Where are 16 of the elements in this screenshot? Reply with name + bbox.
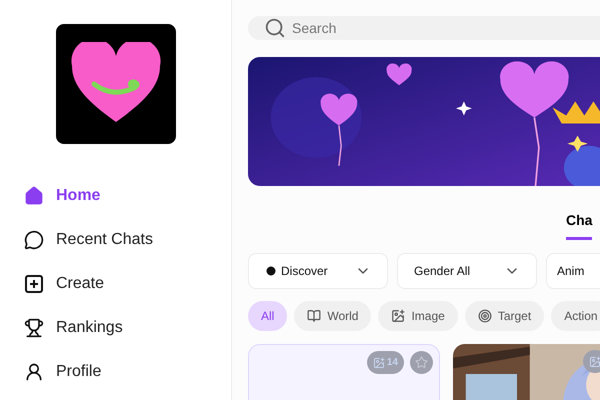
filter-dropdown[interactable]: Gender All [397, 253, 537, 289]
tab[interactable]: Cha [566, 204, 592, 240]
sidebar-item[interactable]: Create [0, 262, 231, 306]
sidebar-item[interactable]: Profile [0, 350, 231, 394]
filter-chip[interactable]: All [248, 301, 288, 331]
filter-chip[interactable]: Target [464, 301, 544, 331]
filter-chip[interactable]: Action [551, 301, 600, 331]
filter-dropdown[interactable]: Anim [546, 253, 600, 289]
filter-chip[interactable]: Image [378, 301, 458, 331]
search-field[interactable]: Search [248, 16, 600, 40]
sidebar-item[interactable]: Rankings [0, 306, 231, 350]
filter-chip[interactable]: World [294, 301, 372, 331]
filter-dropdown[interactable]: Discover [248, 253, 388, 289]
sidebar-item[interactable]: Home [0, 174, 231, 218]
sidebar-item[interactable]: Recent Chats [0, 218, 231, 262]
image-count-badge: 14 [366, 351, 404, 374]
